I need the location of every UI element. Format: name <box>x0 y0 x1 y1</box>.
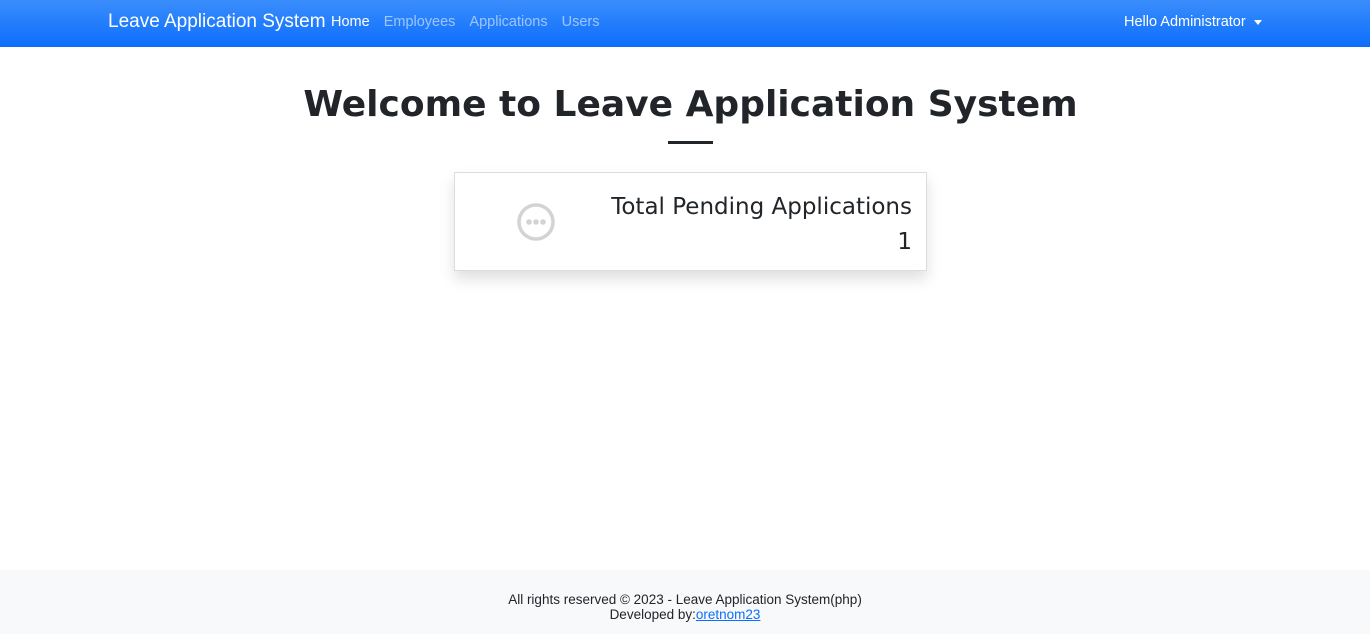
card-value: 1 <box>897 229 912 255</box>
nav-link-applications[interactable]: Applications <box>469 14 547 30</box>
nav-link-home[interactable]: Home <box>331 14 370 30</box>
footer-credits: Developed by:oretnom23 <box>0 607 1370 622</box>
ellipsis-circle-icon <box>517 203 555 241</box>
top-navbar: Leave Application System Home Employees … <box>0 0 1370 47</box>
page-title: Welcome to Leave Application System <box>303 84 1078 125</box>
footer-copyright: All rights reserved © 2023 - Leave Appli… <box>508 592 862 607</box>
pending-applications-card: Total Pending Applications 1 <box>454 172 927 271</box>
nav-link-employees[interactable]: Employees <box>384 14 456 30</box>
brand-link[interactable]: Leave Application System <box>108 11 326 33</box>
footer-developed-by: Developed by: <box>609 607 696 622</box>
nav-links: Home Employees Applications Users <box>331 14 613 30</box>
card-label: Total Pending Applications <box>611 194 912 220</box>
caret-down-icon <box>1253 19 1262 25</box>
nav-link-users[interactable]: Users <box>562 14 600 30</box>
user-menu-dropdown[interactable]: Hello Administrator <box>1124 14 1262 30</box>
title-divider <box>668 141 713 144</box>
user-menu-label: Hello Administrator <box>1124 14 1246 30</box>
author-link[interactable]: oretnom23 <box>696 607 761 622</box>
page-footer: All rights reserved © 2023 - Leave Appli… <box>0 570 1370 634</box>
